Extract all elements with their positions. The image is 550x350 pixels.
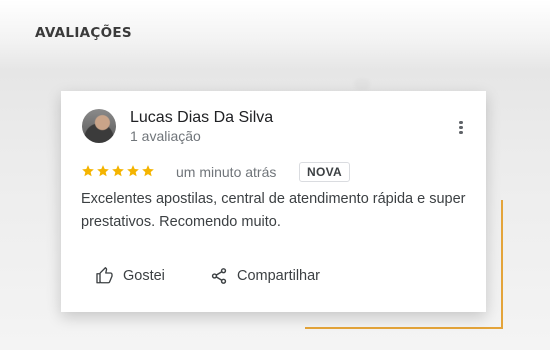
new-badge: NOVA [299,162,350,182]
like-label: Gostei [123,268,165,284]
review-card: Lucas Dias Da Silva 1 avaliação um minut… [61,91,486,312]
star-icon [112,165,124,177]
star-rating [81,164,155,178]
accent-line-vertical [501,200,503,328]
star-icon [142,165,154,177]
review-time: um minuto atrás [176,164,277,180]
more-vert-icon[interactable] [453,119,469,139]
accent-line-horizontal [305,327,503,329]
share-label: Compartilhar [237,268,320,284]
share-button[interactable]: Compartilhar [210,267,320,285]
like-button[interactable]: Gostei [95,267,165,285]
share-icon [211,268,227,284]
star-icon [97,165,109,177]
star-icon [127,165,139,177]
star-icon [82,165,94,177]
thumbs-up-icon [96,267,113,284]
review-text: Excelentes apostilas, central de atendim… [81,191,466,230]
decorative-dot [354,78,370,90]
section-title: AVALIAÇÕES [35,25,132,41]
review-count: 1 avaliação [130,128,201,144]
avatar[interactable] [82,109,116,143]
reviewer-name[interactable]: Lucas Dias Da Silva [130,109,273,127]
